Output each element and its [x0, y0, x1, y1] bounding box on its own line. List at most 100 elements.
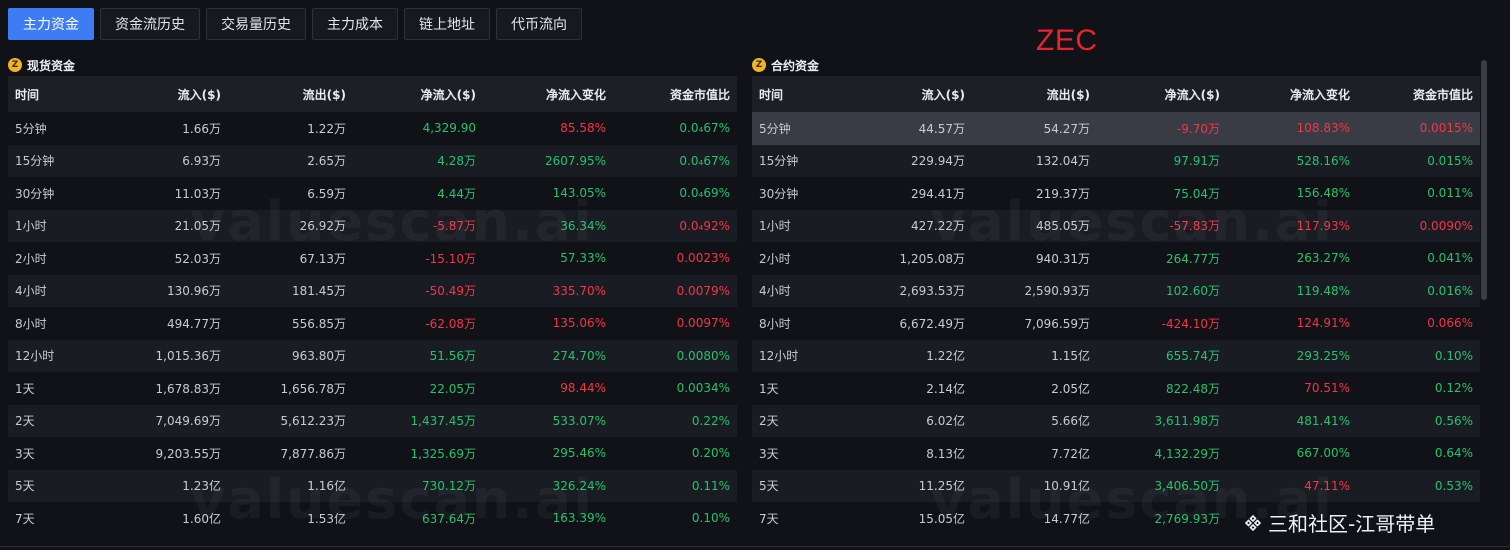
cell-time: 2小时: [15, 251, 47, 266]
cell-net-inflow: -15.10万: [425, 251, 476, 266]
tab-volume-history[interactable]: 交易量历史: [206, 8, 306, 40]
cell-inflow: 11.03万: [174, 186, 221, 201]
table-row[interactable]: 2小时 52.03万 67.13万 -15.10万 57.33% 0.0023%: [8, 242, 737, 275]
cell-net-change: 119.48%: [1296, 283, 1350, 298]
cell-net-inflow: 4.44万: [437, 186, 476, 201]
table-row[interactable]: 4小时 130.96万 181.45万 -50.49万 335.70% 0.0079%: [8, 274, 737, 307]
col-inflow[interactable]: 流入($): [862, 76, 972, 112]
table-row[interactable]: 3天 9,203.55万 7,877.86万 1,325.69万 295.46% 0.20…: [8, 437, 737, 470]
cell-net-inflow: 3,611.98万: [1154, 414, 1220, 429]
col-net-inflow[interactable]: 净流入($): [353, 76, 483, 112]
table-row[interactable]: 12小时 1,015.36万 963.80万 51.56万 274.70% 0.0080%: [8, 339, 737, 372]
cell-inflow: 1,015.36万: [155, 349, 221, 364]
cell-cap-ratio: 0.0023%: [676, 251, 730, 266]
table-row[interactable]: 30分钟 294.41万 219.37万 75.04万 156.48% 0.011%: [752, 177, 1480, 210]
cell-inflow: 52.03万: [174, 251, 221, 266]
contract-funds-table: 时间 流入($) 流出($) 净流入($) 净流入变化 资金市值比 5分钟 44.…: [752, 76, 1480, 535]
cell-net-change: 528.16%: [1296, 153, 1350, 168]
cell-net-change: 57.33%: [560, 251, 606, 266]
cell-outflow: 54.27万: [1043, 121, 1090, 136]
table-row[interactable]: 5分钟 1.66万 1.22万 4,329.90 85.58% 0.0₄67%: [8, 112, 737, 145]
cell-outflow: 485.05万: [1036, 219, 1090, 234]
table-row[interactable]: 1小时 21.05万 26.92万 -5.87万 36.34% 0.0₄92%: [8, 209, 737, 242]
table-row[interactable]: 2天 6.02亿 5.66亿 3,611.98万 481.41% 0.56%: [752, 404, 1480, 437]
table-row[interactable]: 15分钟 6.93万 2.65万 4.28万 2607.95% 0.0₄67%: [8, 144, 737, 177]
cell-net-change: 163.39%: [552, 511, 606, 526]
cell-cap-ratio: 0.066%: [1427, 316, 1473, 331]
cell-net-change: 326.24%: [552, 478, 606, 493]
cell-net-inflow: 730.12万: [422, 479, 476, 494]
cell-outflow: 14.77亿: [1043, 511, 1090, 526]
cell-outflow: 10.91亿: [1043, 479, 1090, 494]
table-row[interactable]: 5分钟 44.57万 54.27万 -9.70万 108.83% 0.0015%: [752, 112, 1480, 145]
contract-table-scrollbar[interactable]: [1481, 60, 1487, 300]
col-cap-ratio[interactable]: 资金市值比: [1357, 76, 1480, 112]
cell-cap-ratio: 0.64%: [1434, 446, 1473, 461]
table-row[interactable]: 30分钟 11.03万 6.59万 4.44万 143.05% 0.0₄69%: [8, 177, 737, 210]
cell-outflow: 940.31万: [1036, 251, 1090, 266]
cell-net-inflow: -424.10万: [1161, 316, 1220, 331]
cell-inflow: 1.66万: [182, 121, 221, 136]
footer-watermark: 三和社区-江哥带单: [1244, 508, 1435, 537]
table-row[interactable]: 1小时 427.22万 485.05万 -57.83万 117.93% 0.0090%: [752, 209, 1480, 242]
cell-inflow: 1,678.83万: [155, 381, 221, 396]
col-net-change[interactable]: 净流入变化: [483, 76, 613, 112]
cell-cap-ratio: 0.0080%: [676, 348, 730, 363]
table-row[interactable]: 8小时 6,672.49万 7,096.59万 -424.10万 124.91% 0.06…: [752, 307, 1480, 340]
table-row[interactable]: 5天 11.25亿 10.91亿 3,406.50万 47.11% 0.53%: [752, 469, 1480, 502]
cell-outflow: 2.65万: [307, 154, 346, 169]
table-row[interactable]: 5天 1.23亿 1.16亿 730.12万 326.24% 0.11%: [8, 469, 737, 502]
table-row[interactable]: 2天 7,049.69万 5,612.23万 1,437.45万 533.07% 0.22…: [8, 404, 737, 437]
cell-net-inflow: 822.48万: [1166, 381, 1220, 396]
tab-onchain-address[interactable]: 链上地址: [404, 8, 490, 40]
col-net-change[interactable]: 净流入变化: [1227, 76, 1357, 112]
table-row[interactable]: 8小时 494.77万 556.85万 -62.08万 135.06% 0.0097%: [8, 307, 737, 340]
cell-outflow: 7.72亿: [1051, 446, 1090, 461]
cell-net-change: 295.46%: [552, 446, 606, 461]
table-row[interactable]: 3天 8.13亿 7.72亿 4,132.29万 667.00% 0.64%: [752, 437, 1480, 470]
cell-outflow: 5.66亿: [1051, 414, 1090, 429]
table-row[interactable]: 1天 1,678.83万 1,656.78万 22.05万 98.44% 0.0034%: [8, 372, 737, 405]
cell-net-change: 335.70%: [552, 283, 606, 298]
spot-table-body: 5分钟 1.66万 1.22万 4,329.90 85.58% 0.0₄67% 15分钟 6.…: [8, 112, 737, 535]
table-row[interactable]: 7天 1.60亿 1.53亿 637.64万 163.39% 0.10%: [8, 502, 737, 535]
table-row[interactable]: 4小时 2,693.53万 2,590.93万 102.60万 119.48% 0.016…: [752, 274, 1480, 307]
cell-cap-ratio: 0.041%: [1427, 251, 1473, 266]
col-inflow[interactable]: 流入($): [118, 76, 228, 112]
cell-time: 5天: [15, 479, 35, 494]
table-row[interactable]: 2小时 1,205.08万 940.31万 264.77万 263.27% 0.041%: [752, 242, 1480, 275]
table-row[interactable]: 1天 2.14亿 2.05亿 822.48万 70.51% 0.12%: [752, 372, 1480, 405]
col-time: 时间: [759, 87, 784, 102]
cell-net-inflow: 655.74万: [1166, 349, 1220, 364]
cell-net-inflow: 264.77万: [1166, 251, 1220, 266]
cell-inflow: 1.22亿: [926, 349, 965, 364]
cell-time: 1天: [759, 381, 779, 396]
cell-inflow: 130.96万: [167, 284, 221, 299]
col-outflow[interactable]: 流出($): [972, 76, 1097, 112]
cell-time: 7天: [759, 511, 779, 526]
cell-time: 12小时: [759, 349, 799, 364]
cell-time: 15分钟: [15, 154, 55, 169]
cell-outflow: 963.80万: [292, 349, 346, 364]
table-row[interactable]: 15分钟 229.94万 132.04万 97.91万 528.16% 0.015%: [752, 144, 1480, 177]
tab-main-funds[interactable]: 主力资金: [8, 8, 94, 40]
tab-token-flow[interactable]: 代币流向: [496, 8, 582, 40]
spot-panel-title: 现货资金: [27, 58, 76, 73]
spot-funds-panel: Z 现货资金 时间 流入($) 流出($) 净流入($) 净流入变化 资金市值比…: [8, 54, 737, 535]
col-outflow[interactable]: 流出($): [228, 76, 353, 112]
cell-outflow: 7,877.86万: [280, 446, 346, 461]
table-row[interactable]: 12小时 1.22亿 1.15亿 655.74万 293.25% 0.10%: [752, 339, 1480, 372]
cell-net-change: 70.51%: [1304, 381, 1350, 396]
cell-cap-ratio: 0.0090%: [1419, 218, 1473, 233]
cell-inflow: 7,049.69万: [155, 414, 221, 429]
tab-fund-flow-history[interactable]: 资金流历史: [100, 8, 200, 40]
cell-net-inflow: 22.05万: [429, 381, 476, 396]
cell-cap-ratio: 0.56%: [1434, 413, 1473, 428]
tab-main-cost[interactable]: 主力成本: [312, 8, 398, 40]
col-cap-ratio[interactable]: 资金市值比: [613, 76, 737, 112]
cell-net-inflow: 4,132.29万: [1154, 446, 1220, 461]
cell-time: 4小时: [759, 284, 791, 299]
col-net-inflow[interactable]: 净流入($): [1097, 76, 1227, 112]
cell-cap-ratio: 0.0097%: [676, 316, 730, 331]
cell-time: 1小时: [15, 219, 47, 234]
